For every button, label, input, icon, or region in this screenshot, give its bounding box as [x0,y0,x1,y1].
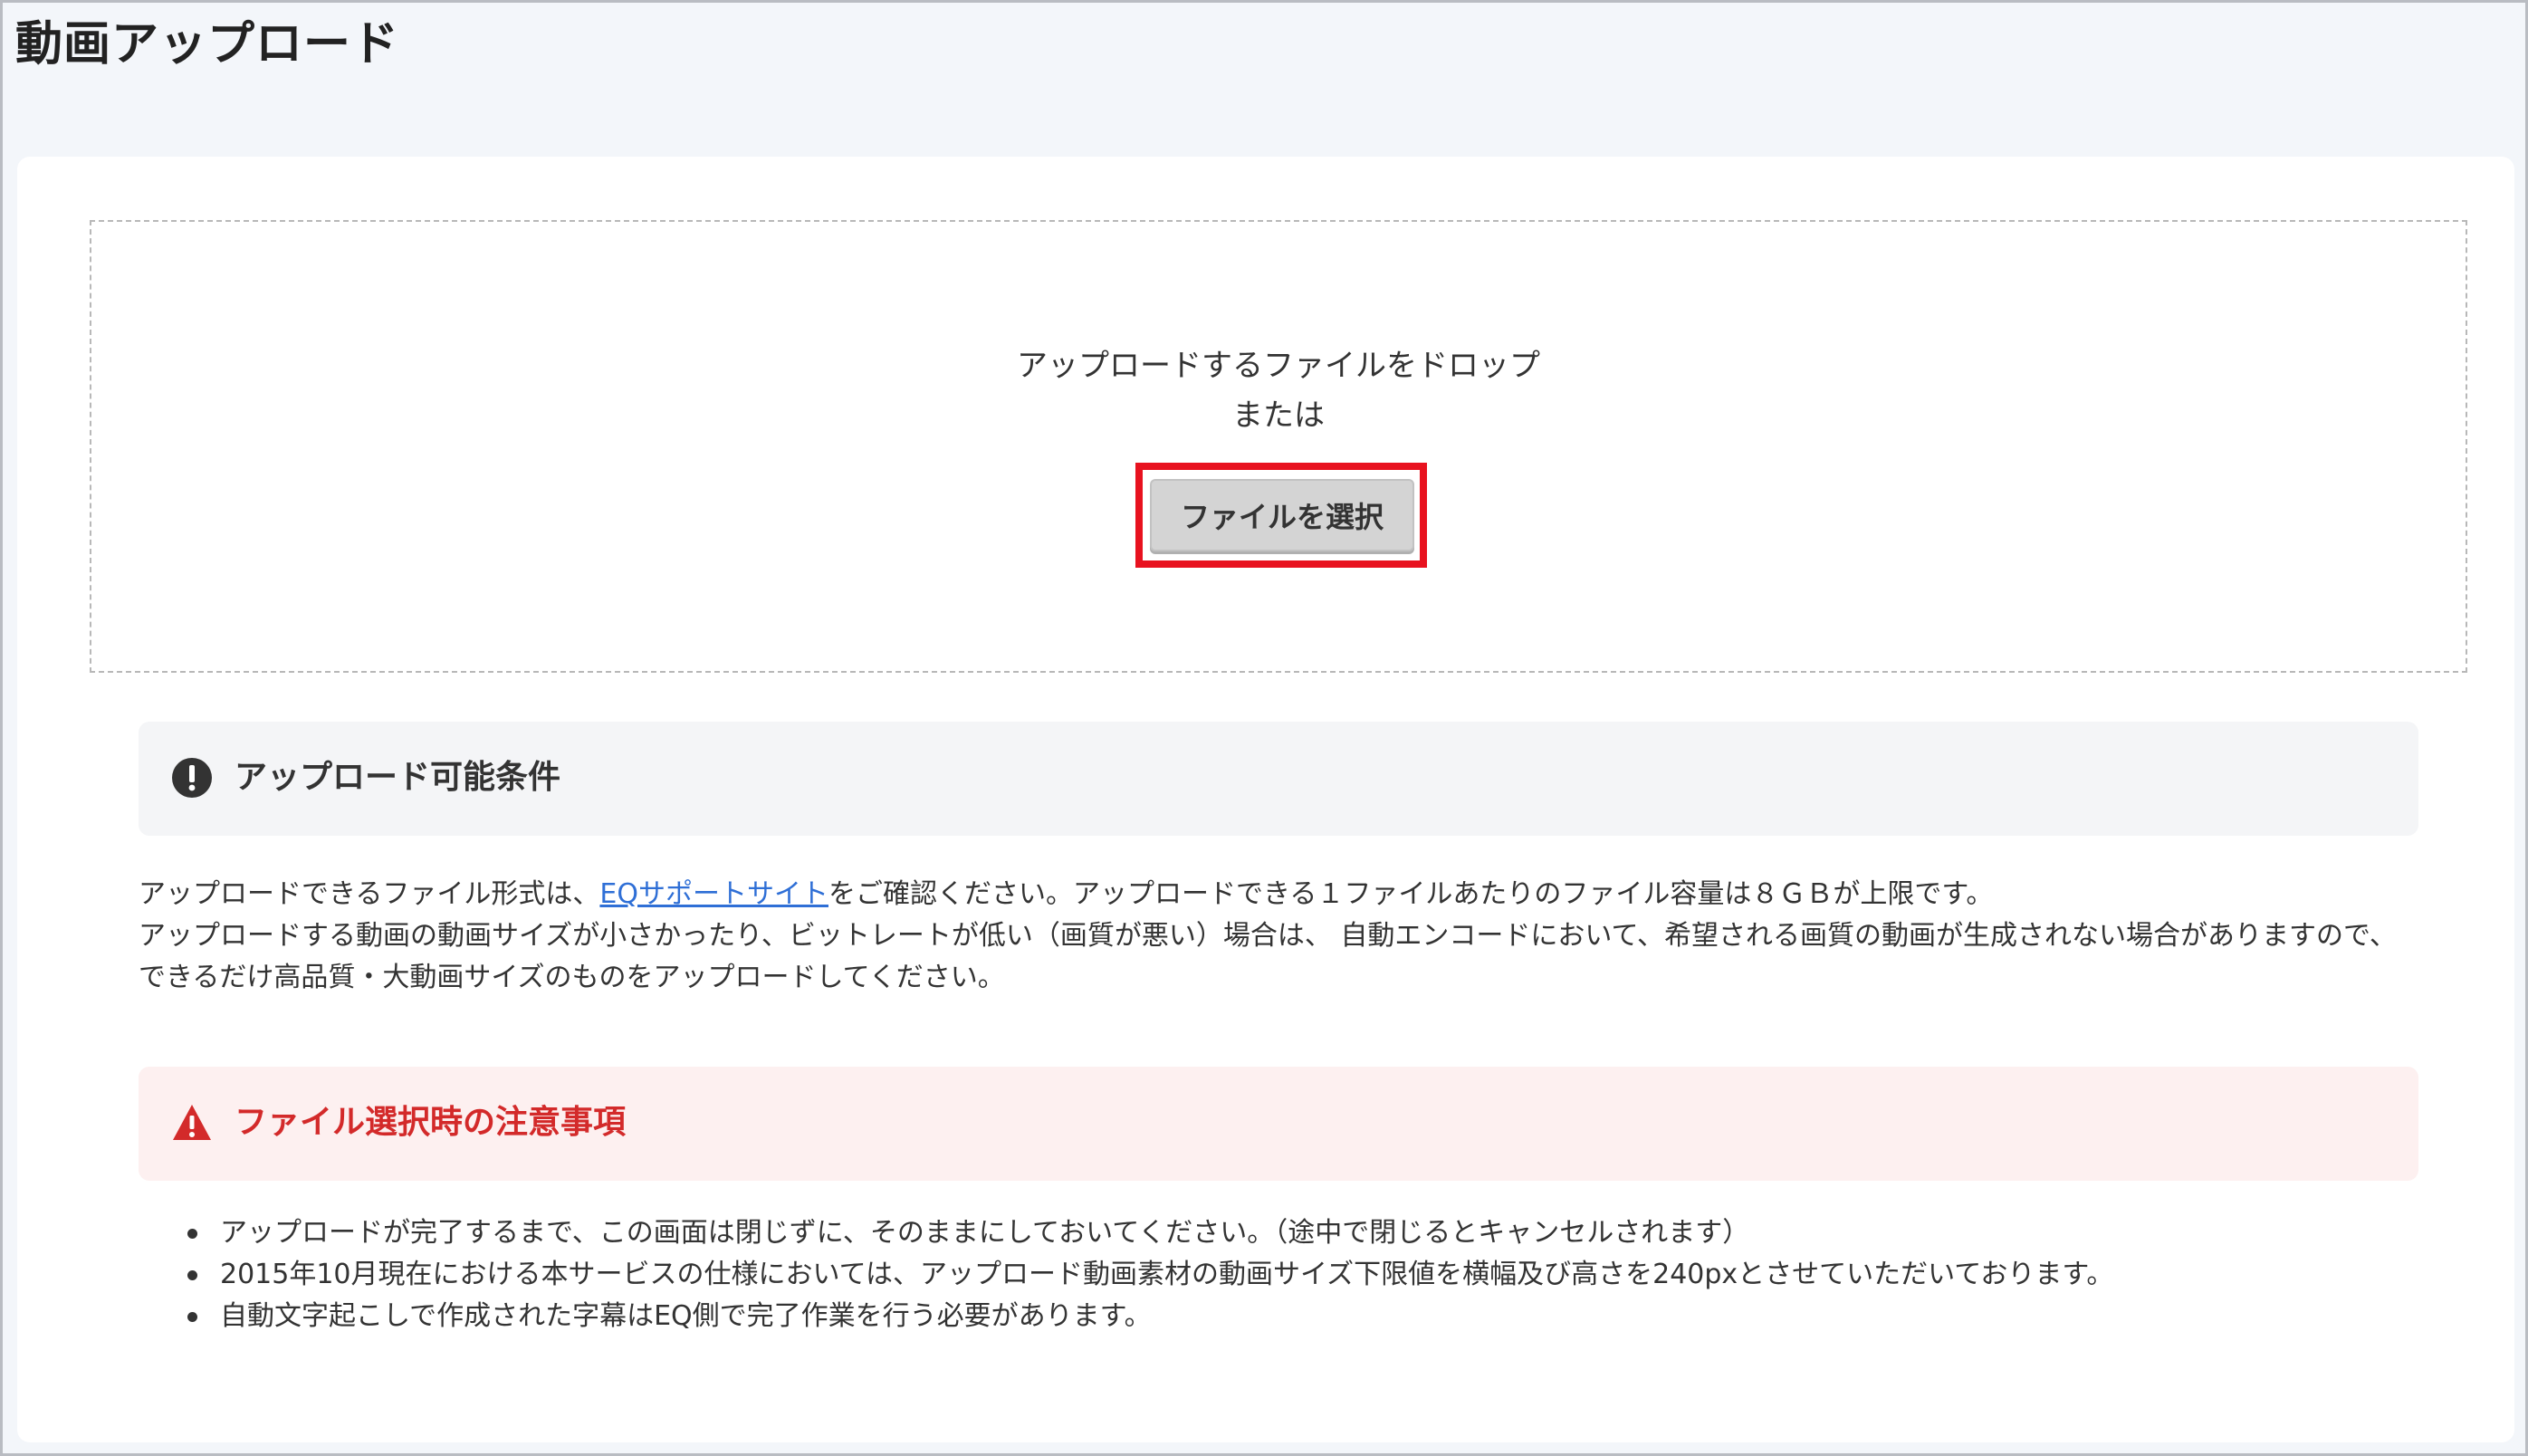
upload-card: アップロードするファイルをドロップ または ファイルを選択 アップロード可能条件… [17,157,2514,1442]
drop-instruction: アップロードするファイルをドロップ [1017,348,1540,384]
conditions-paragraph-1: アップロードできるファイル形式は、EQサポートサイトをご確認ください。アップロー… [139,874,2429,915]
warning-title: ファイル選択時の注意事項 [235,1104,627,1141]
file-drop-zone[interactable]: アップロードするファイルをドロップ または ファイルを選択 [90,220,2467,673]
page-title: 動画アップロード [15,17,400,72]
upload-conditions-description: アップロードできるファイル形式は、EQサポートサイトをご確認ください。アップロー… [139,874,2429,999]
upload-conditions-title: アップロード可能条件 [235,759,561,796]
drop-or-label: または [1232,398,1325,434]
upload-conditions-panel: アップロード可能条件 [139,722,2418,836]
warning-notes-list: アップロードが完了するまで、この画面は閉じずに、そのままにしておいてください。（… [139,1212,2429,1337]
select-file-button[interactable]: ファイルを選択 [1150,479,1414,551]
conditions-paragraph-2: アップロードする動画の動画サイズが小さかったり、ビットレートが低い（画質が悪い）… [139,920,2397,993]
exclamation-circle-icon [172,758,212,798]
window-frame: 動画アップロード アップロードするファイルをドロップ または ファイルを選択 ア… [0,0,2528,1456]
list-item: 2015年10月現在における本サービスの仕様においては、アップロード動画素材の動… [139,1254,2429,1296]
list-item: アップロードが完了するまで、この画面は閉じずに、そのままにしておいてください。（… [139,1212,2429,1254]
eq-support-site-link[interactable]: EQサポートサイト [599,878,828,910]
conditions-text-before-link: アップロードできるファイル形式は、 [139,878,600,910]
file-selection-warning-panel: ファイル選択時の注意事項 [139,1067,2418,1181]
list-item: 自動文字起こしで作成された字幕はEQ側で完了作業を行う必要があります。 [139,1296,2429,1337]
conditions-text-after-link: をご確認ください。アップロードできる１ファイルあたりのファイル容量は８ＧＢが上限… [828,878,1994,910]
warning-triangle-icon [173,1105,211,1140]
